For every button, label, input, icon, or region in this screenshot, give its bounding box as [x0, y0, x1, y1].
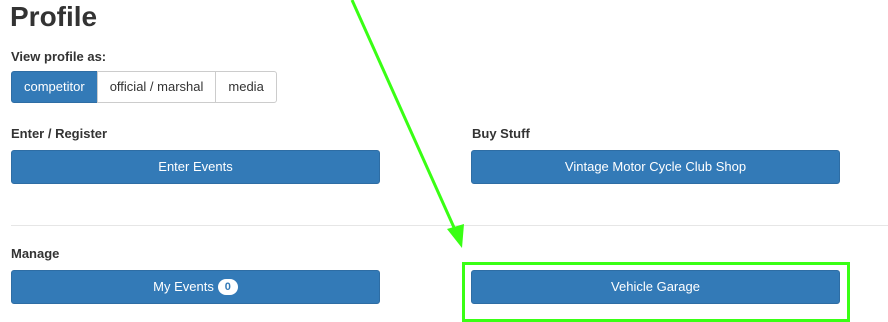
annotation-arrow-icon [350, 0, 464, 248]
